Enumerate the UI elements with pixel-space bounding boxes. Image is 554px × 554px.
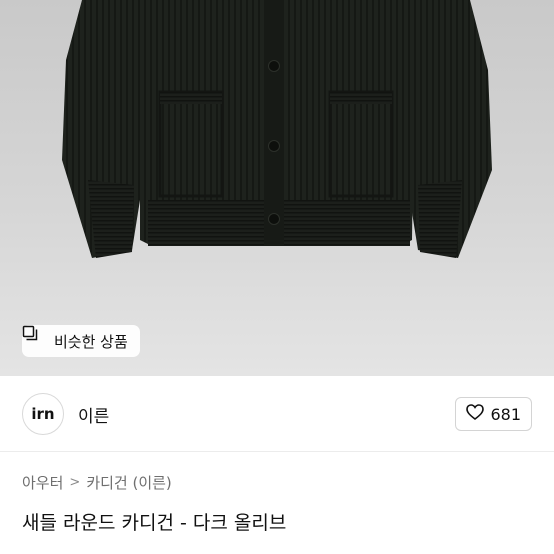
product-image[interactable]: 비슷한 상품 — [0, 0, 554, 376]
seller-name[interactable]: 이른 — [78, 402, 109, 427]
like-count: 681 — [490, 404, 521, 424]
breadcrumb-separator: > — [69, 475, 81, 490]
cardigan-illustration — [62, 0, 492, 258]
seller-row: irn 이른 681 — [0, 376, 554, 452]
seller-avatar[interactable]: irn — [22, 393, 64, 435]
breadcrumb-item-outer[interactable]: 아우터 — [22, 472, 63, 493]
like-button[interactable]: 681 — [455, 397, 532, 431]
breadcrumb: 아우터 > 카디건 (이른) — [22, 472, 172, 493]
heart-outline-icon — [466, 404, 485, 424]
breadcrumb-item-cardigan[interactable]: 카디건 (이른) — [86, 472, 171, 493]
similar-items-icon — [22, 325, 48, 349]
similar-items-label: 비슷한 상품 — [54, 332, 128, 351]
similar-items-button[interactable]: 비슷한 상품 — [22, 325, 140, 357]
product-title: 새들 라운드 카디건 - 다크 올리브 — [22, 512, 287, 534]
